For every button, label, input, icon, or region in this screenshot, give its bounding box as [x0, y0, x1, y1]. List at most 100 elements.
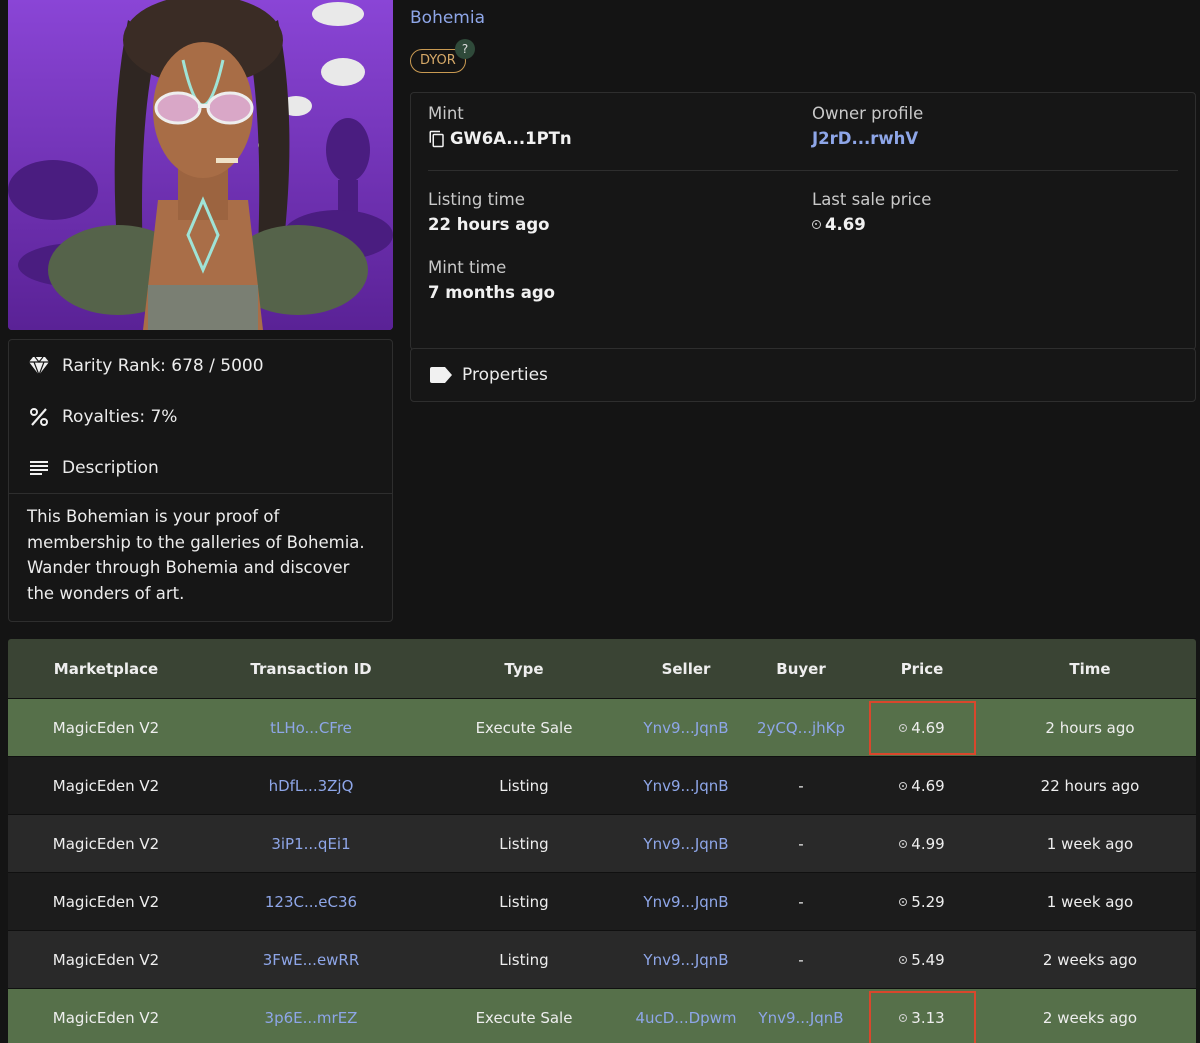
buyer-link[interactable]: 2yCQ...jhKp: [742, 719, 860, 737]
buyer-cell: -: [798, 776, 804, 795]
marketplace-cell: MagicEden V2: [52, 834, 160, 853]
percent-icon: [28, 406, 50, 428]
type-cell: Listing: [499, 834, 549, 853]
time-cell: 2 weeks ago: [1042, 950, 1138, 969]
header-price: Price: [900, 659, 944, 678]
mint-time-label: Mint time: [428, 258, 507, 277]
mint-time-value: 7 months ago: [428, 283, 555, 302]
time-cell: 2 weeks ago: [1042, 1008, 1138, 1027]
price-cell: 4.99: [860, 815, 984, 872]
description-label: Description: [62, 457, 159, 478]
price-cell: 4.69: [860, 757, 984, 814]
sol-currency-icon: [899, 723, 908, 732]
buyer-cell: -: [798, 950, 804, 969]
transaction-link[interactable]: 123C...eC36: [204, 893, 418, 911]
royalties-row: Royalties: 7%: [9, 391, 392, 442]
price-value: 4.69: [911, 776, 945, 795]
transactions-table: Marketplace Transaction ID Type Seller B…: [8, 639, 1196, 1043]
header-marketplace: Marketplace: [53, 659, 159, 678]
seller-link[interactable]: Ynv9...JqnB: [630, 777, 742, 795]
last-sale-value: 4.69: [825, 215, 866, 234]
type-cell: Execute Sale: [475, 1008, 573, 1027]
buyer-cell: -: [798, 834, 804, 853]
collection-name-link[interactable]: Bohemia: [410, 8, 485, 28]
properties-label: Properties: [462, 365, 548, 385]
price-value: 3.13: [911, 1008, 945, 1027]
price-highlight-box: 3.13: [868, 990, 976, 1043]
seller-link[interactable]: Ynv9...JqnB: [630, 719, 742, 737]
marketplace-cell: MagicEden V2: [52, 718, 160, 737]
nft-artwork-image: [8, 0, 393, 330]
type-cell: Listing: [499, 892, 549, 911]
price-highlight-box: 4.69: [868, 700, 976, 755]
table-row: MagicEden V2 123C...eC36 Listing Ynv9...…: [8, 872, 1196, 930]
price-cell: 5.49: [860, 931, 984, 988]
owner-label: Owner profile: [812, 104, 924, 123]
table-row: MagicEden V2 3iP1...qEi1 Listing Ynv9...…: [8, 814, 1196, 872]
table-row: MagicEden V2 tLHo...CFre Execute Sale Yn…: [8, 698, 1196, 756]
listing-time-label: Listing time: [428, 190, 525, 209]
price-value: 4.99: [911, 834, 945, 853]
price-value: 4.69: [911, 718, 945, 737]
buyer-link[interactable]: Ynv9...JqnB: [742, 1009, 860, 1027]
seller-link[interactable]: Ynv9...JqnB: [630, 893, 742, 911]
diamond-icon: [28, 355, 50, 377]
description-text: This Bohemian is your proof of membershi…: [27, 507, 365, 603]
listing-time-value: 22 hours ago: [428, 215, 550, 234]
seller-link[interactable]: Ynv9...JqnB: [630, 835, 742, 853]
table-row: MagicEden V2 hDfL...3ZjQ Listing Ynv9...…: [8, 756, 1196, 814]
sol-currency-icon: [899, 839, 908, 848]
price-value: 5.29: [911, 892, 945, 911]
header-time: Time: [1069, 659, 1111, 678]
sol-currency-icon: [812, 220, 821, 229]
header-type: Type: [504, 659, 544, 678]
mint-address[interactable]: GW6A...1PTn: [428, 129, 572, 148]
marketplace-cell: MagicEden V2: [52, 1008, 160, 1027]
transaction-link[interactable]: hDfL...3ZjQ: [204, 777, 418, 795]
owner-detail: Owner profile J2rD...rwhV: [812, 104, 923, 148]
price-cell: 3.13: [860, 989, 984, 1043]
transaction-link[interactable]: 3p6E...mrEZ: [204, 1009, 418, 1027]
type-cell: Listing: [499, 950, 549, 969]
marketplace-cell: MagicEden V2: [52, 950, 160, 969]
owner-profile-link[interactable]: J2rD...rwhV: [812, 129, 923, 148]
mint-time-detail: Mint time 7 months ago: [428, 258, 555, 302]
last-sale-detail: Last sale price 4.69: [812, 190, 931, 234]
header-transaction-id: Transaction ID: [250, 659, 372, 678]
seller-link[interactable]: 4ucD...Dpwm: [630, 1009, 742, 1027]
buyer-cell: -: [798, 892, 804, 911]
time-cell: 2 hours ago: [1045, 718, 1135, 737]
description-header[interactable]: Description: [9, 442, 392, 493]
mint-label: Mint: [428, 104, 464, 123]
properties-accordion[interactable]: Properties: [410, 348, 1196, 402]
help-icon[interactable]: ?: [455, 39, 475, 59]
header-seller: Seller: [661, 659, 711, 678]
sol-currency-icon: [899, 781, 908, 790]
tag-icon: [430, 367, 452, 383]
last-sale-price: 4.69: [812, 215, 931, 234]
time-cell: 1 week ago: [1046, 834, 1134, 853]
last-sale-label: Last sale price: [812, 190, 932, 209]
sol-currency-icon: [899, 1013, 908, 1022]
description-lines-icon: [28, 457, 50, 479]
price-cell: 5.29: [860, 873, 984, 930]
listing-time-detail: Listing time 22 hours ago: [428, 190, 550, 234]
table-header: Marketplace Transaction ID Type Seller B…: [8, 639, 1196, 698]
details-divider: [428, 170, 1178, 171]
transaction-link[interactable]: tLHo...CFre: [204, 719, 418, 737]
price-cell: 4.69: [860, 699, 984, 756]
nft-details-card: Mint GW6A...1PTn Owner profile J2rD...rw…: [410, 92, 1196, 350]
price-value: 5.49: [911, 950, 945, 969]
type-cell: Execute Sale: [475, 718, 573, 737]
rarity-row: Rarity Rank: 678 / 5000: [9, 340, 392, 391]
mint-detail: Mint GW6A...1PTn: [428, 104, 572, 148]
transaction-link[interactable]: 3FwE...ewRR: [204, 951, 418, 969]
type-cell: Listing: [499, 776, 549, 795]
marketplace-cell: MagicEden V2: [52, 776, 160, 795]
seller-link[interactable]: Ynv9...JqnB: [630, 951, 742, 969]
copy-icon[interactable]: [428, 130, 446, 148]
table-row: MagicEden V2 3p6E...mrEZ Execute Sale 4u…: [8, 988, 1196, 1043]
transaction-link[interactable]: 3iP1...qEi1: [204, 835, 418, 853]
table-row: MagicEden V2 3FwE...ewRR Listing Ynv9...…: [8, 930, 1196, 988]
mint-value: GW6A...1PTn: [450, 129, 572, 148]
